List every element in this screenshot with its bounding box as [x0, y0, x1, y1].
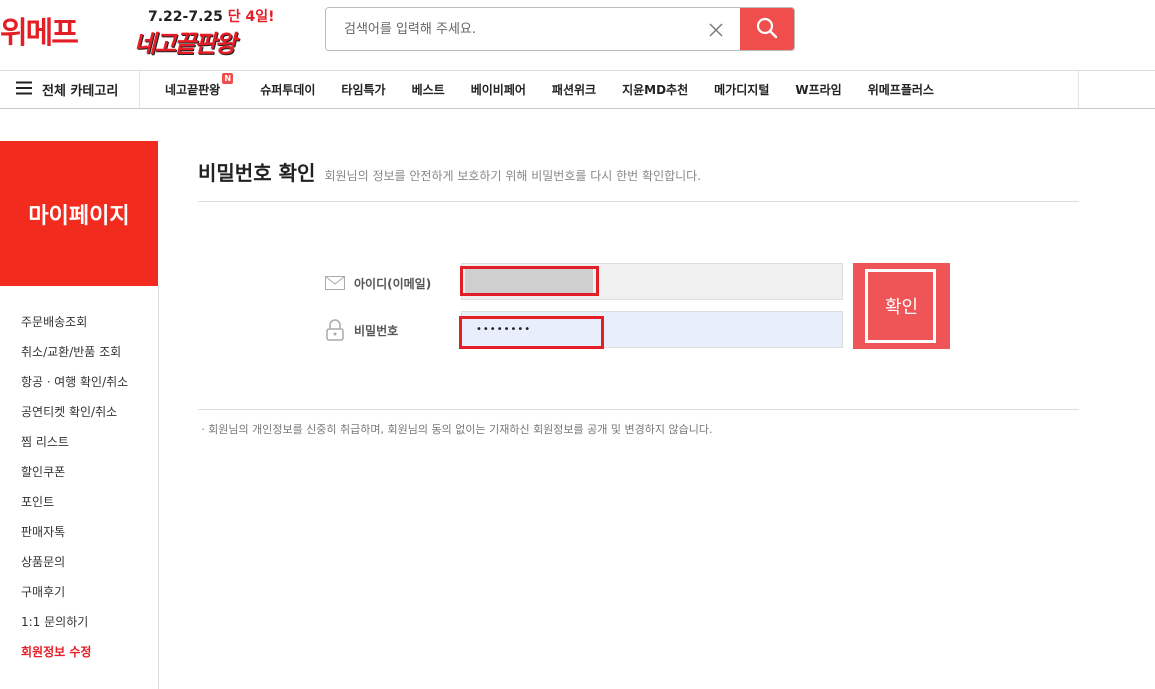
sidebar-item[interactable]: 취소/교환/반품 조회: [21, 343, 128, 373]
promo-date: 7.22-7.25 단 4일!: [148, 9, 275, 25]
sidebar-item[interactable]: 포인트: [21, 493, 128, 523]
nav-item[interactable]: 베스트: [412, 81, 445, 98]
divider: [198, 201, 1079, 202]
search-bar: [325, 7, 795, 51]
sidebar-item[interactable]: 구매후기: [21, 583, 128, 613]
mail-icon: [325, 275, 345, 294]
promo-title: 네고끝판왕: [134, 30, 236, 58]
all-categories-button[interactable]: 전체 카테고리: [0, 71, 140, 108]
sidebar-title[interactable]: 마이페이지: [0, 141, 158, 286]
divider: [158, 286, 159, 689]
search-button[interactable]: [740, 8, 794, 50]
nav-item[interactable]: 타임특가: [341, 81, 385, 98]
nav-item[interactable]: W프라임: [795, 81, 841, 98]
sidebar-item[interactable]: 항공ㆍ여행 확인/취소: [21, 373, 128, 403]
lock-icon: [325, 319, 345, 345]
search-icon: [755, 16, 779, 44]
sidebar-item[interactable]: 판매자톡: [21, 523, 128, 553]
sidebar-item[interactable]: 공연티켓 확인/취소: [21, 403, 128, 433]
logo[interactable]: 위메프: [0, 8, 79, 52]
category-nav: 전체 카테고리 네고끝판왕 N 슈퍼투데이 타임특가 베스트 베이비페어 패션위크…: [0, 70, 1155, 109]
menu-icon: [16, 80, 32, 99]
search-input[interactable]: [326, 8, 706, 50]
page-description: 회원님의 정보를 안전하게 보호하기 위해 비밀번호를 다시 한번 확인합니다.: [324, 169, 702, 183]
password-field[interactable]: [461, 311, 843, 348]
sidebar-item-active[interactable]: 회원정보 수정: [21, 643, 128, 673]
confirm-label: 확인: [884, 297, 919, 318]
nav-item[interactable]: 베이비페어: [471, 81, 526, 98]
divider: [198, 409, 1079, 410]
nav-item[interactable]: 메가디지털: [714, 81, 769, 98]
privacy-notice: ㆍ회원님의 개인정보를 신중히 취급하며, 회원님의 동의 없이는 기재하신 회…: [198, 423, 713, 436]
sidebar-item[interactable]: 1:1 문의하기: [21, 613, 128, 643]
nav-items: 네고끝판왕 N 슈퍼투데이 타임특가 베스트 베이비페어 패션위크 지윤MD추천 …: [165, 71, 960, 108]
nav-item[interactable]: 슈퍼투데이: [260, 81, 315, 98]
sidebar-item[interactable]: 할인쿠폰: [21, 463, 128, 493]
password-label: 비밀번호: [354, 324, 399, 338]
promo-banner[interactable]: 7.22-7.25 단 4일! 네고끝판왕: [134, 6, 284, 59]
redacted-id: [465, 268, 593, 294]
nav-item[interactable]: 네고끝판왕 N: [165, 73, 234, 98]
id-label: 아이디(이메일): [354, 277, 432, 291]
sidebar-menu: 주문배송조회 취소/교환/반품 조회 항공ㆍ여행 확인/취소 공연티켓 확인/취…: [21, 313, 128, 673]
page-title-text: 비밀번호 확인: [198, 161, 316, 185]
sidebar-item[interactable]: 주문배송조회: [21, 313, 128, 343]
nav-item[interactable]: 위메프플러스: [868, 81, 934, 98]
nav-item[interactable]: 패션위크: [552, 81, 596, 98]
confirm-button[interactable]: 확인: [853, 263, 950, 349]
sidebar-item[interactable]: 상품문의: [21, 553, 128, 583]
nav-item[interactable]: 지윤MD추천: [622, 81, 688, 98]
close-icon[interactable]: [706, 20, 726, 40]
sidebar-item[interactable]: 찜 리스트: [21, 433, 128, 463]
page-title: 비밀번호 확인 회원님의 정보를 안전하게 보호하기 위해 비밀번호를 다시 한…: [198, 157, 701, 186]
divider: [1078, 71, 1079, 108]
new-badge: N: [222, 73, 234, 84]
all-categories-label: 전체 카테고리: [42, 84, 119, 99]
